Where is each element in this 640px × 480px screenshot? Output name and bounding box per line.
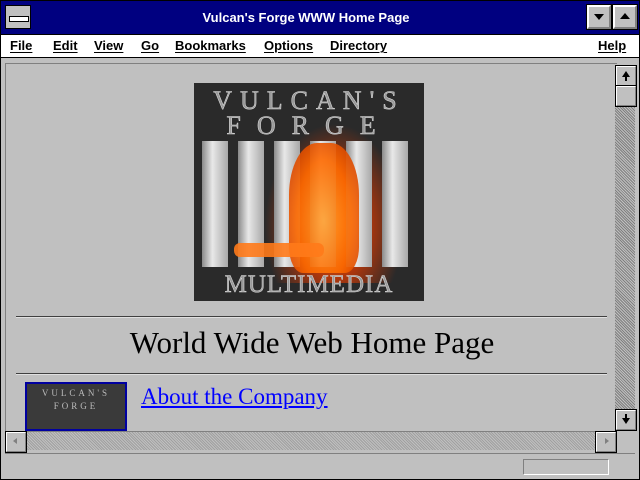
document-view[interactable]: VULCAN'S FORGE MULTIMEDIA World Wide Web…	[5, 63, 617, 432]
about-company-link[interactable]: About the Company	[141, 384, 328, 410]
menu-edit[interactable]: Edit	[53, 38, 78, 53]
scroll-left-button[interactable]	[5, 431, 27, 453]
menu-file[interactable]: File	[10, 38, 32, 53]
menu-help[interactable]: Help	[598, 38, 626, 53]
maximize-button[interactable]	[612, 4, 638, 30]
thumbnail-text-forge: FORGE	[53, 401, 99, 411]
scroll-up-button[interactable]	[615, 65, 637, 87]
window-title: Vulcan's Forge WWW Home Page	[202, 10, 410, 25]
scroll-right-icon	[605, 438, 609, 444]
status-bar	[5, 453, 635, 476]
menu-go[interactable]: Go	[141, 38, 159, 53]
about-company-thumbnail[interactable]: VULCAN'S FORGE	[25, 382, 127, 431]
status-progress-field	[523, 459, 609, 475]
title-bar[interactable]: Vulcan's Forge WWW Home Page	[1, 1, 639, 35]
thumbnail-text-vulcans: VULCAN'S	[41, 388, 111, 398]
divider	[16, 373, 607, 375]
horizontal-scrollbar[interactable]	[5, 431, 617, 453]
minimize-button[interactable]	[586, 4, 612, 30]
logo-text-forge: FORGE	[226, 111, 392, 141]
scroll-right-button[interactable]	[595, 431, 617, 453]
scroll-thumb[interactable]	[615, 85, 637, 107]
system-menu-icon[interactable]	[5, 5, 31, 29]
scroll-up-icon	[622, 71, 630, 81]
browser-window: Vulcan's Forge WWW Home Page File Edit V…	[0, 0, 640, 480]
logo-text-multimedia: MULTIMEDIA	[224, 271, 394, 299]
minimize-icon	[594, 14, 604, 20]
scroll-down-icon	[622, 414, 630, 424]
vertical-scrollbar[interactable]	[615, 65, 637, 431]
scroll-down-button[interactable]	[615, 409, 637, 431]
maximize-icon	[620, 13, 630, 19]
menu-view[interactable]: View	[94, 38, 123, 53]
scroll-left-icon	[13, 438, 17, 444]
menu-bar: File Edit View Go Bookmarks Options Dire…	[1, 35, 639, 58]
vulcans-forge-logo: VULCAN'S FORGE MULTIMEDIA	[194, 83, 424, 301]
menu-bookmarks[interactable]: Bookmarks	[175, 38, 246, 53]
divider	[16, 316, 607, 318]
menu-directory[interactable]: Directory	[330, 38, 387, 53]
menu-options[interactable]: Options	[264, 38, 313, 53]
page-heading: World Wide Web Home Page	[129, 325, 495, 360]
